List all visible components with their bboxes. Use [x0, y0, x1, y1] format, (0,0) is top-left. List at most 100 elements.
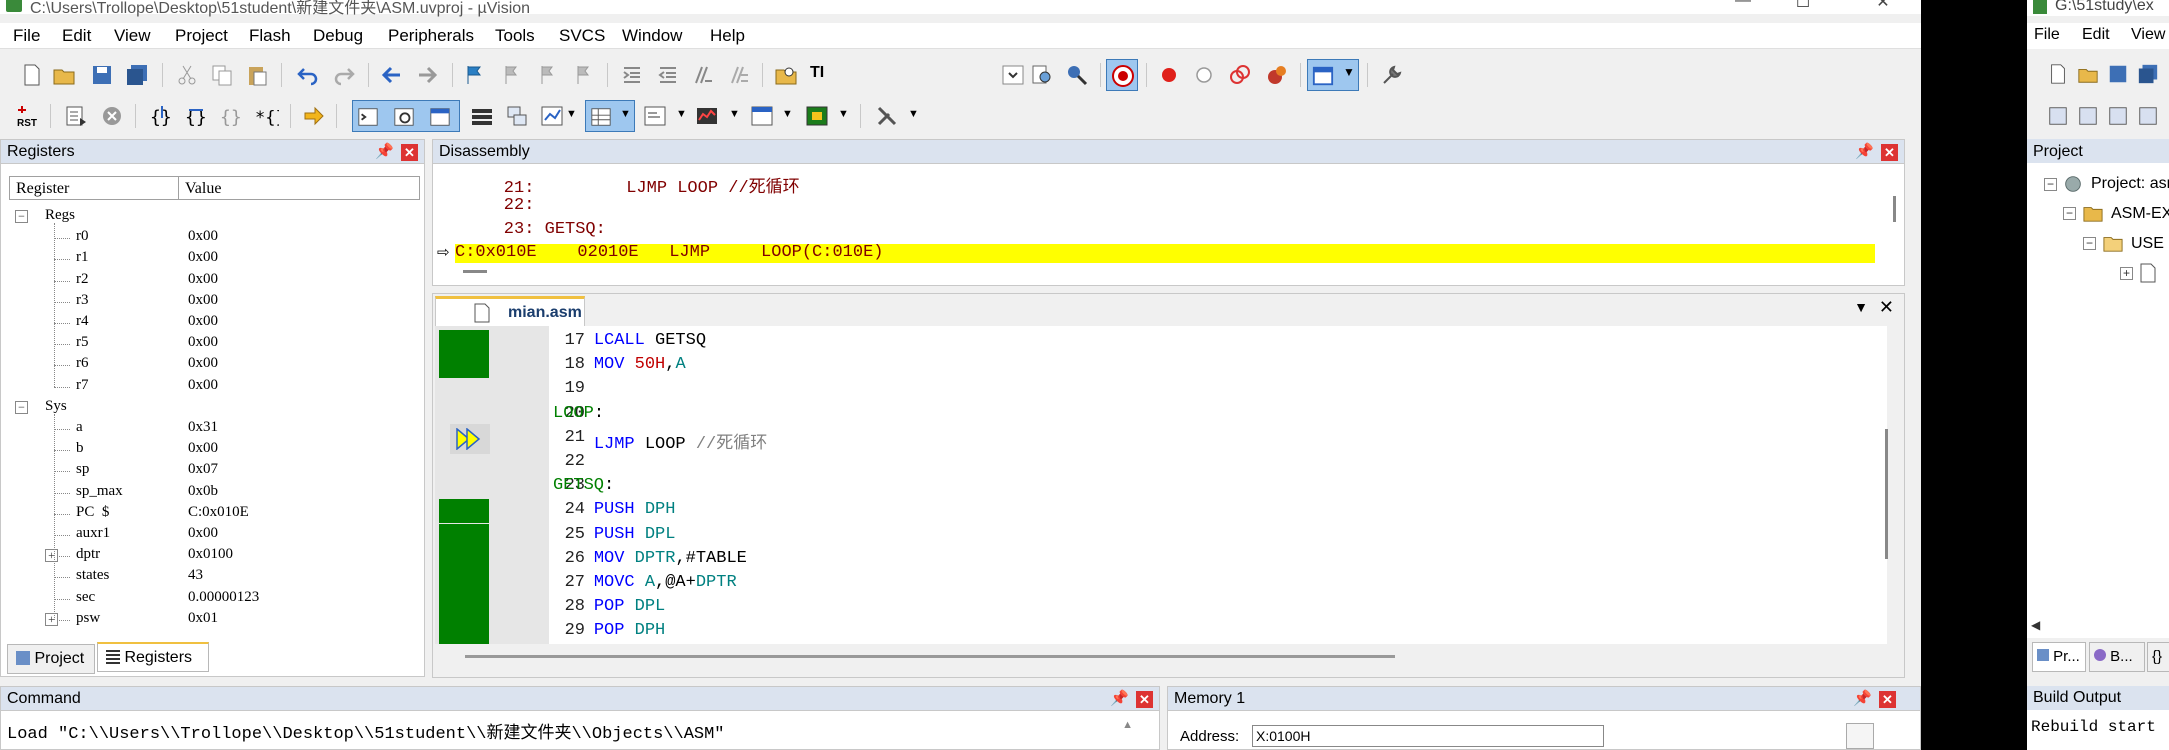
- register-value[interactable]: 0x00: [188, 440, 218, 457]
- indent-icon[interactable]: [620, 63, 644, 87]
- chevron-down-icon[interactable]: ▼: [676, 108, 687, 120]
- tab-books[interactable]: B...: [2089, 642, 2145, 672]
- code-line[interactable]: 18 MOV 50H,A: [435, 355, 1735, 379]
- call-stack-icon[interactable]: [505, 104, 529, 128]
- tree-item-project[interactable]: Project: asm: [2091, 175, 2169, 193]
- register-row[interactable]: r4 0x00: [1, 312, 411, 333]
- menu-tools[interactable]: Tools: [495, 26, 535, 46]
- dropdown-icon[interactable]: [1001, 63, 1025, 87]
- register-value[interactable]: C:0x010E: [188, 504, 249, 521]
- prev-bookmark-icon[interactable]: [499, 63, 523, 87]
- tree-item-target[interactable]: ASM-EX: [2111, 205, 2169, 223]
- cut-icon[interactable]: [175, 63, 199, 87]
- register-row[interactable]: r3 0x00: [1, 291, 411, 312]
- open-folder-icon[interactable]: [52, 63, 76, 87]
- copy-icon[interactable]: [210, 63, 234, 87]
- memory-window-button[interactable]: ▼: [585, 100, 635, 132]
- tab-functions[interactable]: {}: [2147, 642, 2169, 672]
- clear-bookmarks-icon[interactable]: [571, 63, 595, 87]
- system-viewer-icon[interactable]: [805, 104, 829, 128]
- disable-all-breakpoints-icon[interactable]: [1228, 63, 1252, 87]
- disassembly-source-line[interactable]: 23: GETSQ:: [463, 220, 606, 239]
- register-value[interactable]: 0x0b: [188, 483, 218, 500]
- trace-window-icon[interactable]: [750, 104, 774, 128]
- disassembly-hscrollbar[interactable]: [463, 270, 487, 273]
- register-row[interactable]: b 0x00: [1, 439, 411, 460]
- step-into-icon[interactable]: {}: [150, 104, 174, 128]
- ti-label[interactable]: TI: [810, 64, 824, 82]
- disassembly-source-line[interactable]: 22:: [463, 196, 535, 215]
- register-row[interactable]: a 0x31: [1, 418, 411, 439]
- register-row[interactable]: + dptr 0x0100: [1, 545, 411, 566]
- stop-icon[interactable]: [100, 104, 124, 128]
- bookmark-icon[interactable]: [463, 63, 487, 87]
- watch-window-icon[interactable]: [540, 104, 564, 128]
- maximize-button[interactable]: ☐: [1773, 0, 1833, 12]
- chevron-down-icon[interactable]: ▼: [782, 108, 793, 120]
- translate-icon[interactable]: [2047, 105, 2069, 127]
- register-value[interactable]: 0x01: [188, 610, 218, 627]
- save-icon[interactable]: [2107, 63, 2129, 85]
- menu-edit[interactable]: Edit: [2082, 26, 2110, 44]
- close-window-button[interactable]: ✕: [1853, 0, 1913, 12]
- expand-toggle[interactable]: +: [45, 549, 58, 563]
- register-row[interactable]: sec 0.00000123: [1, 588, 411, 609]
- menu-debug[interactable]: Debug: [313, 26, 363, 46]
- chevron-down-icon[interactable]: ▼: [729, 108, 740, 120]
- collapse-toggle[interactable]: −: [2083, 237, 2096, 250]
- tab-project-2[interactable]: Pr...: [2032, 642, 2086, 672]
- code-line[interactable]: 25 PUSH DPL: [435, 525, 1735, 549]
- code-line[interactable]: 26 MOV DPTR,#TABLE: [435, 549, 1735, 573]
- code-line[interactable]: 24 PUSH DPH: [435, 500, 1735, 524]
- register-row[interactable]: r6 0x00: [1, 354, 411, 375]
- code-area[interactable]: 17 LCALL GETSQ 18 MOV 50H,A 19 20 LOOP: 21 LJ…: [435, 326, 1887, 644]
- close-pane-button[interactable]: ✕: [1881, 144, 1898, 161]
- register-value[interactable]: 43: [188, 567, 203, 584]
- menu-view[interactable]: View: [2131, 26, 2165, 44]
- reset-cpu-icon[interactable]: RST: [16, 104, 40, 128]
- enable-breakpoint-icon[interactable]: [1192, 63, 1216, 87]
- disassembly-window-icon[interactable]: [393, 106, 415, 128]
- collapse-toggle[interactable]: −: [15, 210, 28, 223]
- editor-tab-mian-asm[interactable]: mian.asm: [435, 296, 585, 326]
- chevron-down-icon[interactable]: ▼: [838, 108, 849, 120]
- code-line[interactable]: 23 GETSQ:: [435, 476, 1735, 500]
- register-row[interactable]: sp_max 0x0b: [1, 482, 411, 503]
- register-value[interactable]: 0x00: [188, 313, 218, 330]
- register-row[interactable]: r1 0x00: [1, 248, 411, 269]
- tab-project[interactable]: Project: [7, 644, 95, 674]
- register-row[interactable]: r2 0x00: [1, 270, 411, 291]
- menu-flash[interactable]: Flash: [249, 26, 291, 46]
- save-icon[interactable]: [90, 63, 114, 87]
- memory-lock-button[interactable]: [1846, 723, 1874, 749]
- step-out-icon[interactable]: {}: [220, 104, 244, 128]
- code-line[interactable]: 22: [435, 452, 1735, 476]
- register-group-row[interactable]: − Sys: [1, 397, 411, 418]
- column-header-value[interactable]: Value: [178, 176, 420, 200]
- new-file-icon[interactable]: [20, 63, 44, 87]
- run-icon[interactable]: [64, 104, 88, 128]
- navigate-back-icon[interactable]: [380, 63, 404, 87]
- address-input[interactable]: [1252, 725, 1604, 747]
- register-group-row[interactable]: − Regs: [1, 206, 411, 227]
- unindent-icon[interactable]: [656, 63, 680, 87]
- menu-svcs[interactable]: SVCS: [559, 26, 605, 46]
- close-pane-button[interactable]: ✕: [1136, 691, 1153, 708]
- code-line[interactable]: 21 LJMP LOOP //死循环: [435, 428, 1735, 454]
- register-value[interactable]: 0x0100: [188, 546, 233, 563]
- register-row[interactable]: states 43: [1, 566, 411, 587]
- close-editor-icon[interactable]: ✕: [1879, 297, 1894, 318]
- scroll-left-icon[interactable]: ◀: [2031, 618, 2040, 632]
- insert-breakpoint-icon[interactable]: [1157, 63, 1181, 87]
- register-value[interactable]: 0x00: [188, 377, 218, 394]
- register-value[interactable]: 0x00: [188, 271, 218, 288]
- code-line[interactable]: 20 LOOP:: [435, 404, 1735, 428]
- menu-edit[interactable]: Edit: [62, 26, 91, 46]
- chevron-down-icon[interactable]: ▼: [1854, 299, 1868, 315]
- editor-hscrollbar[interactable]: [465, 655, 1395, 658]
- code-line[interactable]: 27 MOVC A,@A+DPTR: [435, 573, 1735, 597]
- menu-help[interactable]: Help: [710, 26, 745, 46]
- menu-file[interactable]: File: [2034, 26, 2060, 44]
- toolbox-icon[interactable]: [875, 104, 899, 128]
- start-stop-debug-button[interactable]: [1106, 59, 1138, 91]
